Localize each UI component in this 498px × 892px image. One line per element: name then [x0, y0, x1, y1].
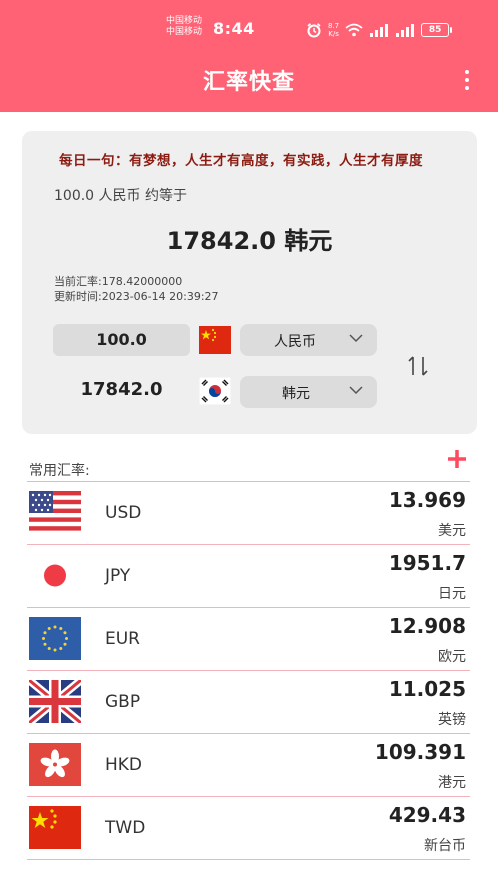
rate-name: 英镑 — [438, 712, 466, 728]
rate-row-jpy[interactable]: JPY 1951.7 日元 — [27, 544, 470, 607]
status-bar: 中国移动 中国移动 8:44 8.7 K/s 85 — [0, 14, 498, 48]
swap-icon[interactable] — [406, 353, 430, 379]
dot-icon — [465, 78, 469, 82]
rate-code: GBP — [105, 692, 141, 712]
carrier-2: 中国移动 — [166, 27, 203, 37]
kr-flag-icon — [199, 377, 231, 405]
add-icon[interactable] — [446, 448, 468, 470]
rate-name: 港元 — [438, 775, 466, 791]
rate-code: USD — [105, 503, 142, 523]
current-rate: 当前汇率:178.42000000 — [54, 275, 183, 288]
status-icons: 8.7 K/s 85 — [306, 20, 453, 40]
dot-icon — [465, 86, 469, 90]
to-currency-select[interactable]: 韩元 — [240, 376, 377, 408]
cn-flag-icon — [199, 326, 231, 354]
carrier-1: 中国移动 — [166, 16, 203, 26]
update-time: 更新时间:2023-06-14 20:39:27 — [54, 290, 219, 303]
rate-value: 12.908 — [388, 614, 466, 638]
rate-name: 美元 — [438, 523, 466, 539]
rate-name: 日元 — [438, 586, 466, 602]
net-speed: 8.7 K/s — [328, 22, 339, 38]
rate-value: 1951.7 — [388, 551, 466, 575]
rate-value: 11.025 — [388, 677, 466, 701]
converter-card: 每日一句：有梦想，人生才有高度，有实践，人生才有厚度 100.0 人民币 约等于… — [22, 131, 477, 434]
rate-row-eur[interactable]: EUR 12.908 欧元 — [27, 607, 470, 670]
signal-icon-2 — [396, 24, 415, 37]
rate-code: JPY — [105, 566, 131, 586]
alarm-icon — [307, 23, 321, 38]
rate-name: 新台币 — [424, 838, 466, 854]
uk-flag-icon — [29, 680, 81, 723]
status-clock: 8:44 — [213, 19, 255, 38]
conversion-from-text: 100.0 人民币 约等于 — [54, 188, 187, 204]
net-speed-value: 8.7 — [328, 22, 340, 30]
more-menu-button[interactable] — [456, 66, 478, 94]
rate-code: EUR — [105, 629, 140, 649]
rate-row-gbp[interactable]: GBP 11.025 英镑 — [27, 670, 470, 733]
rate-row-hkd[interactable]: HKD 109.391 港元 — [27, 733, 470, 796]
result-amount: 17842.0 — [80, 379, 163, 400]
common-rates-list: USD 13.969 美元 JPY 1951.7 日元 EUR 12.908 欧… — [27, 481, 470, 860]
common-rates-label: 常用汇率: — [29, 463, 90, 479]
rate-value: 13.969 — [388, 488, 466, 512]
from-currency-select[interactable]: 人民币 — [240, 324, 377, 356]
carrier-labels: 中国移动 中国移动 — [166, 16, 202, 38]
chevron-down-icon — [349, 334, 363, 343]
hk-flag-icon — [29, 743, 81, 786]
dot-icon — [465, 70, 469, 74]
eu-flag-icon — [29, 617, 81, 660]
conversion-result-text: 17842.0 韩元 — [166, 227, 333, 255]
net-speed-unit: K/s — [328, 30, 339, 38]
rate-code: TWD — [105, 818, 146, 838]
battery-icon: 85 — [421, 23, 453, 37]
from-currency-label: 人民币 — [274, 334, 316, 350]
us-flag-icon — [29, 491, 81, 534]
wifi-icon — [345, 23, 363, 37]
rate-value: 429.43 — [388, 803, 466, 827]
rate-row-usd[interactable]: USD 13.969 美元 — [27, 481, 470, 544]
rate-row-twd[interactable]: TWD 429.43 新台币 — [27, 796, 470, 860]
app-header: 中国移动 中国移动 8:44 8.7 K/s 85 汇率快查 — [0, 0, 498, 112]
tw-flag-icon — [29, 806, 81, 849]
rate-name: 欧元 — [438, 649, 466, 665]
daily-quote: 每日一句：有梦想，人生才有高度，有实践，人生才有厚度 — [59, 153, 423, 169]
page-title: 汇率快查 — [202, 70, 295, 95]
jp-flag-icon — [29, 554, 81, 597]
to-currency-label: 韩元 — [282, 386, 310, 402]
rate-value: 109.391 — [374, 740, 466, 764]
rate-code: HKD — [105, 755, 143, 775]
chevron-down-icon — [349, 386, 363, 395]
signal-icon — [370, 24, 389, 37]
amount-input[interactable]: 100.0 — [53, 324, 190, 356]
